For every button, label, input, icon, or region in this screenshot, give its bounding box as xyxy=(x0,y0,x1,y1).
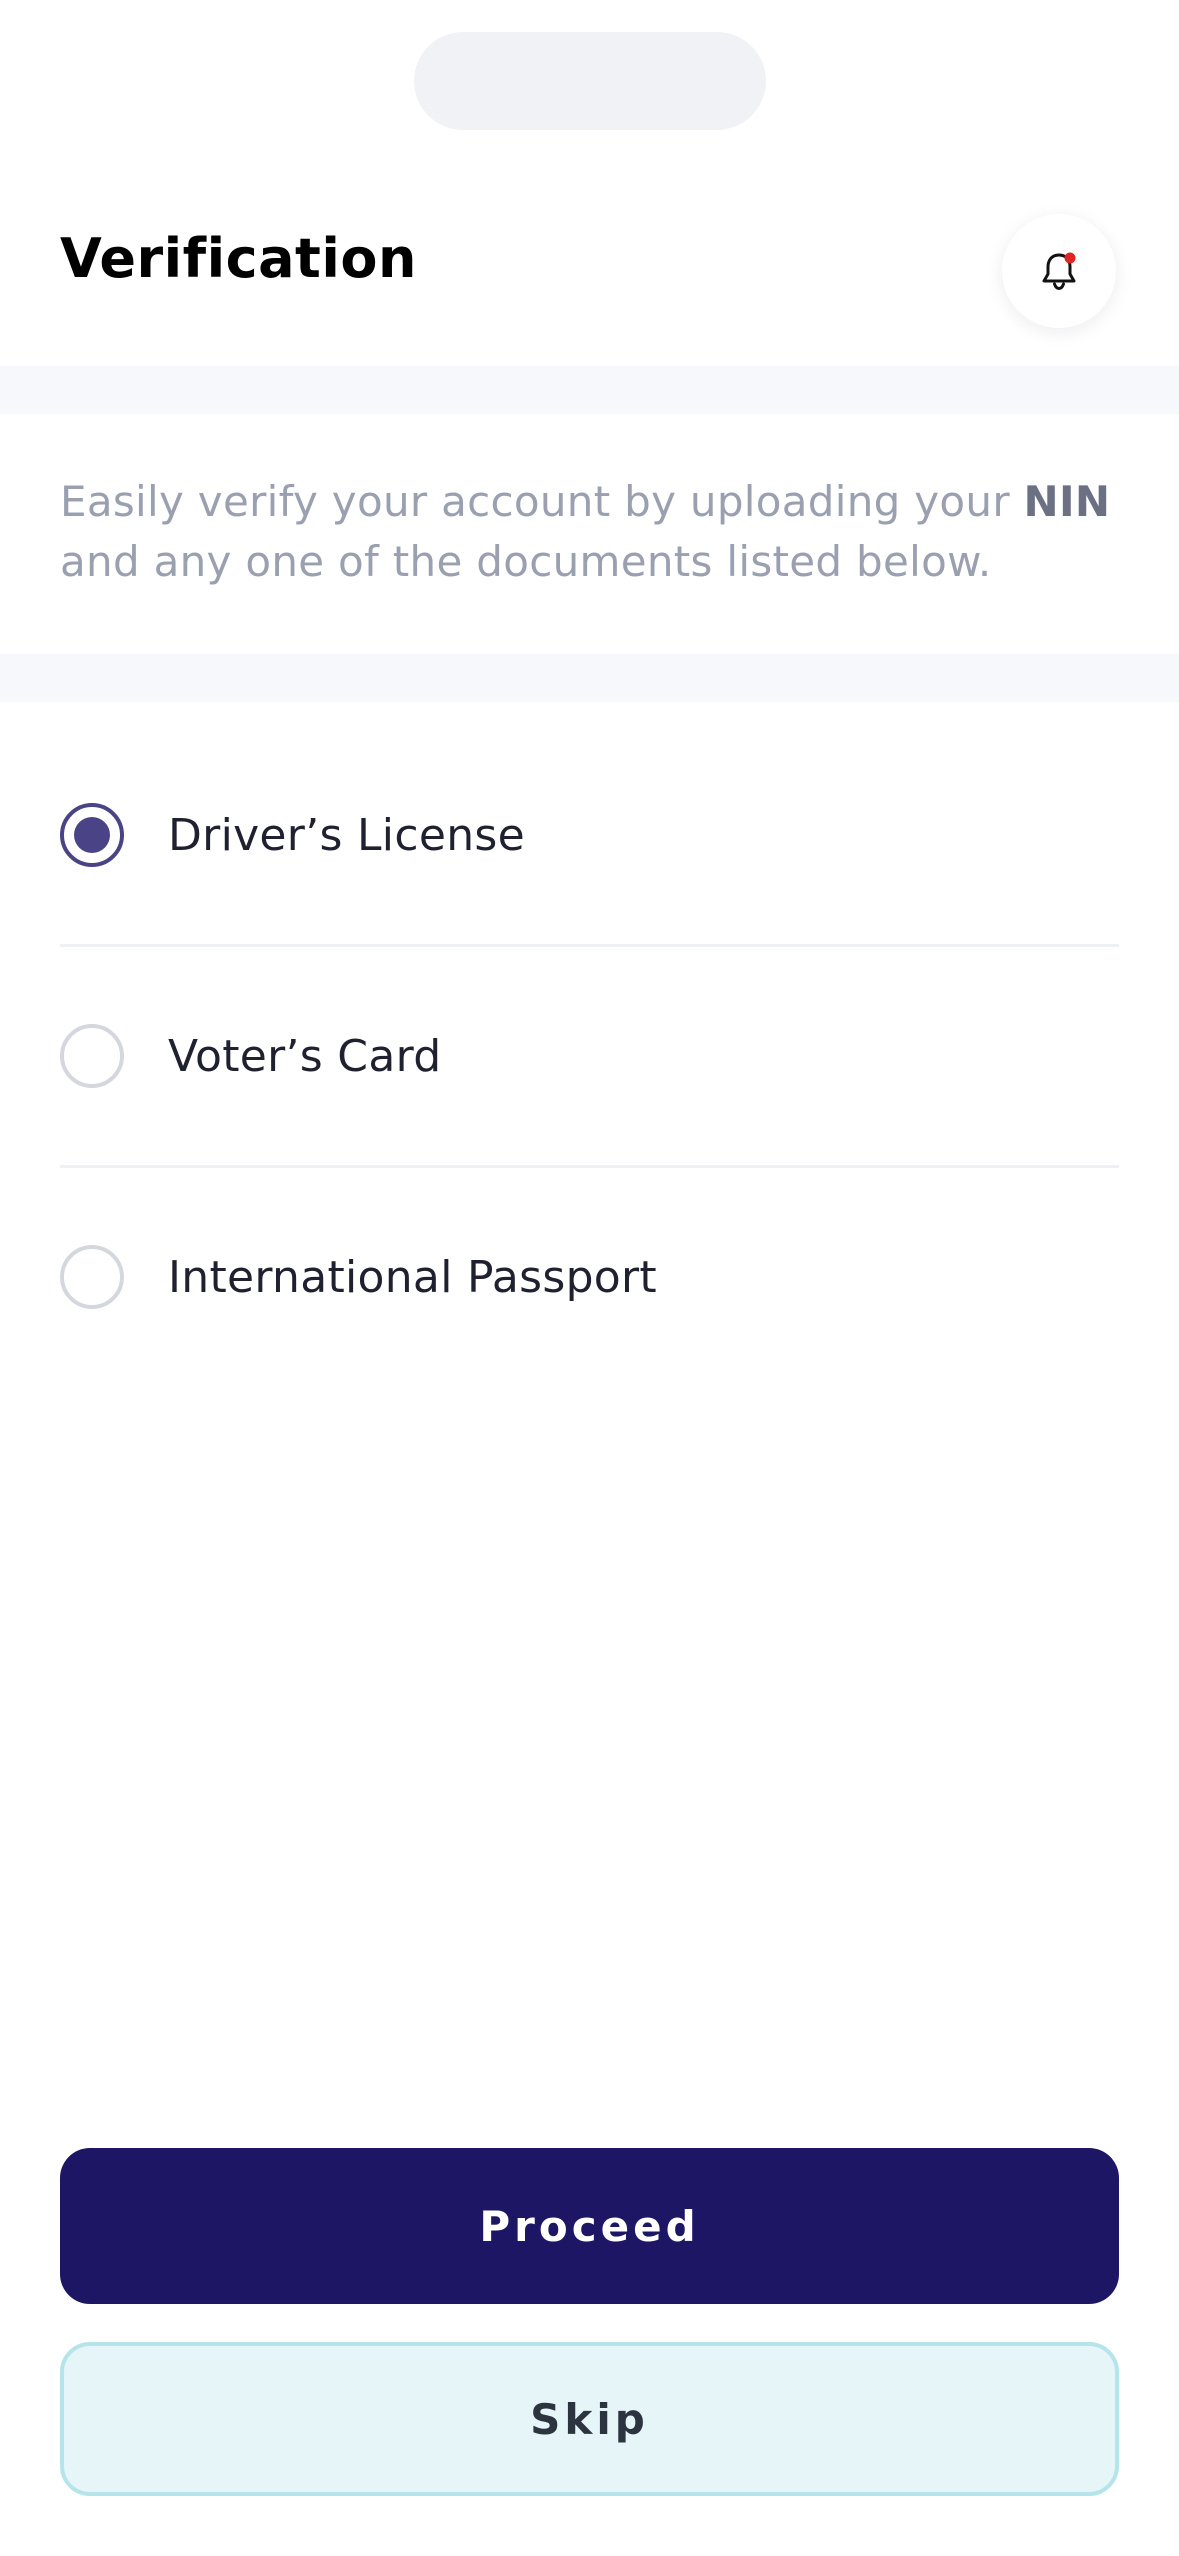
option-label: Driver’s License xyxy=(168,809,525,861)
section-divider xyxy=(0,366,1179,414)
notification-dot xyxy=(1064,252,1076,264)
option-international-passport[interactable]: International Passport xyxy=(60,1168,1119,1386)
page-header: Verification xyxy=(0,180,1179,360)
option-label: Voter’s Card xyxy=(168,1030,442,1082)
page-title: Verification xyxy=(60,227,417,290)
intro-text: Easily verify your account by uploading … xyxy=(60,472,1140,592)
proceed-button[interactable]: Proceed xyxy=(60,2148,1119,2304)
intro-text-start: Easily verify your account by uploading … xyxy=(60,477,1024,526)
intro-text-end: and any one of the documents listed belo… xyxy=(60,537,992,586)
radio-button-selected[interactable] xyxy=(60,803,124,867)
document-options: Driver’s License Voter’s Card Internatio… xyxy=(60,726,1119,1386)
intro-highlight-nin: NIN xyxy=(1023,477,1111,526)
notification-button[interactable] xyxy=(1002,214,1116,328)
status-pill xyxy=(414,32,766,130)
skip-button[interactable]: Skip xyxy=(60,2342,1119,2496)
radio-button[interactable] xyxy=(60,1245,124,1309)
option-drivers-license[interactable]: Driver’s License xyxy=(60,726,1119,947)
option-label: International Passport xyxy=(168,1251,657,1303)
bell-icon xyxy=(1042,252,1076,291)
option-voters-card[interactable]: Voter’s Card xyxy=(60,947,1119,1168)
section-divider xyxy=(0,654,1179,702)
radio-button[interactable] xyxy=(60,1024,124,1088)
radio-dot xyxy=(74,817,110,853)
